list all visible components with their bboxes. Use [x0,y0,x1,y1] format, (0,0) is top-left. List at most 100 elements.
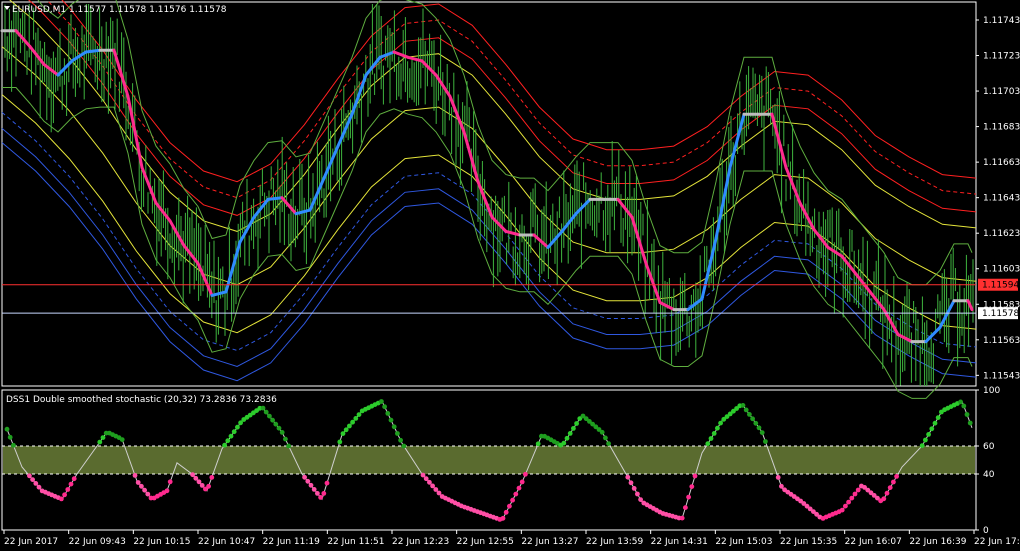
chart-canvas: 1.11594 1.11578 1.11743 1.11723 1.11703 1.11… [0,0,1020,547]
dss-dot [164,488,170,494]
ma-segment [826,245,844,258]
dss-dot [884,490,890,496]
dss-dot [286,443,291,449]
time-tick-label: 22 Jun 16:07 [845,537,902,547]
dss-dot [686,494,691,500]
dss-dot [564,435,570,441]
dss-dot [356,412,362,417]
price-lines: 1.11594 1.11578 [2,278,1019,320]
time-tick-label: 22 Jun 15:35 [780,537,837,547]
time-tick-label: 22 Jun 10:47 [198,537,255,547]
ma-segment [504,229,522,237]
dss-dot [65,487,71,492]
dss-dot [350,419,355,425]
dss-dot [68,481,74,487]
price-tick-label: 1.11603 [983,265,1020,275]
dss-dot [743,407,749,413]
dss-dot [167,479,173,485]
dss-dot [964,412,970,417]
dss-dot [36,484,42,490]
dss-dot [747,412,752,417]
dss-dot [4,426,10,432]
dss-dot [267,413,272,419]
dss-dot [606,441,611,446]
dss-dot [97,439,103,445]
dss-dot [337,439,343,445]
envelope-line [46,0,977,199]
dss-dot [759,430,765,435]
price-tick-label: 1.11663 [983,158,1020,168]
dss-dot [887,485,893,490]
dss-dot [894,474,899,479]
dss-dot [599,429,605,435]
dss-dot [503,509,509,515]
dss-dot [891,479,896,485]
dss-dot [315,491,320,496]
ma-segment [714,166,732,240]
dss-dot [852,491,858,497]
dss-neutral-band [3,446,975,474]
price-tick-label: 1.11683 [983,123,1020,133]
dss-dot [270,417,275,423]
dss-dot [625,474,631,480]
dss-dot [849,495,855,501]
dss-dot [318,495,323,500]
dss-dot [343,427,349,433]
dss-dot [967,420,973,426]
dss-dot [199,483,205,488]
dss-dot [395,431,400,436]
dss-tick-label: 40 [983,470,995,480]
dss-dot [692,473,698,479]
dss-tick-label: 60 [983,442,995,452]
dss-dot [142,487,148,493]
dss-dot [715,425,720,431]
dss-dot [775,475,781,480]
dss-dot [430,483,435,489]
dss-dot [398,437,403,443]
time-tick-label: 22 Jun 14:31 [651,537,708,547]
time-tick-label: 22 Jun 13:27 [521,537,578,547]
dss-dot [929,426,935,432]
time-tick-label: 22 Jun 15:03 [715,537,772,547]
dss-dot [420,472,426,478]
dss-dot [750,416,755,422]
dss-dot [756,425,762,431]
dss-dot [839,507,845,513]
time-tick-label: 22 Jun 10:15 [133,537,190,547]
dss-dot [388,417,394,423]
ma-segment [924,325,942,344]
dss-dot [574,421,579,426]
dss-dot [763,439,768,444]
dss-dot [561,440,567,446]
price-tick-label: 1.11623 [983,229,1020,239]
dss-dot [516,485,522,491]
price-tick-label: 1.11543 [983,371,1020,381]
dss-dot [740,403,746,408]
dss-dot [519,479,525,485]
dss-dot [631,486,637,491]
dss-dot [932,420,938,426]
dss-dot [391,424,397,430]
dss-dot [753,420,759,426]
indicator-title: DSS1 Double smoothed stochastic (20,32) … [6,395,277,405]
dss-tick-label: 0 [983,526,989,536]
dss-dot [683,505,688,510]
dss-dot [535,441,541,447]
dss-dot [423,476,429,482]
dss-dot [507,503,512,509]
dss-dot [145,491,151,497]
dss-dot [283,436,288,442]
ma-segment [252,197,270,219]
dss-dot [500,515,506,521]
dss-dot [135,480,141,485]
dss-dot [59,496,64,502]
time-tick-label: 22 Jun 12:23 [392,537,449,547]
dss-dot [308,482,314,488]
dss-dot [689,484,695,489]
dss-dot [33,481,39,486]
dss-dot [385,411,391,416]
dss-dot [260,405,266,411]
dss-dot [628,480,634,486]
dss-dot [190,472,196,478]
dss-dot [718,420,723,426]
